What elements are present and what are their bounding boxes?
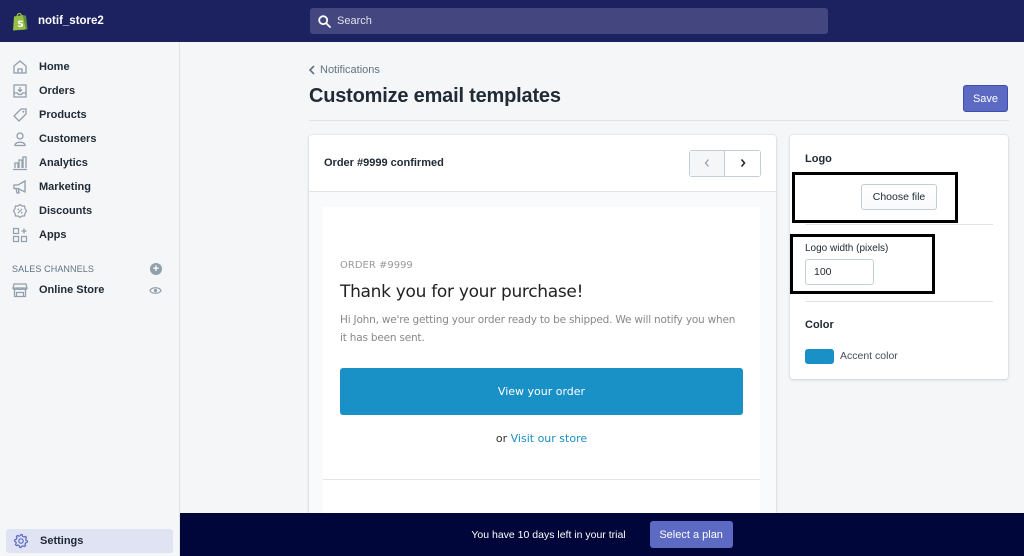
sidebar-item-label: Online Store: [39, 284, 105, 296]
bar-chart-icon: [11, 155, 28, 172]
email-preview-card: Order #9999 confirmed ORDER #9999 Thank …: [309, 135, 776, 525]
sidebar-nav: Home Orders Products Customers Analytics: [0, 42, 179, 247]
chevron-left-icon: [704, 159, 709, 167]
orders-inbox-icon: [11, 83, 28, 100]
logo-width-input[interactable]: [805, 259, 874, 285]
main-content: Notifications Customize email templates …: [180, 42, 1024, 525]
sidebar-item-settings[interactable]: Settings: [6, 529, 173, 553]
next-template-button[interactable]: [725, 150, 760, 176]
chevron-right-icon: [740, 158, 746, 168]
sidebar-item-label: Orders: [39, 85, 76, 97]
megaphone-icon: [11, 179, 28, 196]
person-icon: [11, 131, 28, 148]
storefront-icon: [11, 282, 28, 299]
trial-banner: You have 10 days left in your trial Sele…: [180, 513, 1024, 556]
choose-file-button[interactable]: Choose file: [861, 184, 937, 210]
sidebar-item-discounts[interactable]: Discounts: [0, 199, 179, 223]
search-input[interactable]: [337, 15, 817, 27]
view-order-button[interactable]: View your order: [340, 368, 743, 415]
email-preview: ORDER #9999 Thank you for your purchase!…: [323, 207, 760, 525]
email-body-text: Hi John, we're getting your order ready …: [340, 314, 736, 344]
accent-color-swatch[interactable]: [805, 349, 834, 364]
save-button[interactable]: Save: [963, 85, 1008, 112]
color-label: Color: [805, 319, 834, 331]
preview-header: Order #9999 confirmed: [309, 135, 776, 192]
email-alt-line: or Visit our store: [323, 432, 760, 445]
sidebar-item-label: Apps: [39, 229, 67, 241]
sidebar-item-label: Home: [39, 61, 70, 73]
select-plan-button[interactable]: Select a plan: [649, 521, 733, 548]
sidebar-item-customers[interactable]: Customers: [0, 127, 179, 151]
sidebar-item-label: Settings: [40, 535, 84, 547]
email-order-number: ORDER #9999: [340, 260, 413, 271]
top-bar: S notif_store2: [0, 0, 1024, 42]
shopify-bag-icon: S: [13, 12, 28, 30]
discount-badge-icon: [11, 203, 28, 220]
preview-body: ORDER #9999 Thank you for your purchase!…: [309, 192, 776, 525]
sidebar-item-label: Products: [39, 109, 87, 121]
sidebar-item-apps[interactable]: Apps: [0, 223, 179, 247]
sidebar-item-online-store[interactable]: Online Store: [0, 277, 179, 303]
sales-channels-title: SALES CHANNELS: [12, 264, 94, 274]
logo-divider: [805, 224, 993, 225]
gear-icon: [12, 533, 29, 550]
email-alt-prefix: or: [495, 432, 508, 445]
tag-icon: [11, 107, 28, 124]
sidebar: Home Orders Products Customers Analytics: [0, 42, 180, 556]
search-icon: [318, 14, 331, 28]
email-divider: [323, 479, 760, 480]
logo-width-label: Logo width (pixels): [805, 243, 889, 254]
home-icon: [11, 59, 28, 76]
sidebar-item-label: Customers: [39, 133, 97, 145]
email-heading: Thank you for your purchase!: [340, 282, 584, 302]
template-pager: [689, 149, 761, 177]
color-divider: [805, 301, 993, 302]
chevron-left-icon: [308, 65, 315, 75]
sidebar-item-label: Discounts: [39, 205, 93, 217]
store-name: notif_store2: [38, 15, 104, 27]
accent-color-label: Accent color: [840, 350, 898, 362]
page-title: Customize email templates: [309, 85, 561, 107]
sidebar-item-analytics[interactable]: Analytics: [0, 151, 179, 175]
store-brand[interactable]: S notif_store2: [0, 12, 300, 31]
preview-title: Order #9999 confirmed: [324, 157, 444, 169]
trial-message: You have 10 days left in your trial: [471, 528, 626, 541]
logo-label: Logo: [805, 153, 832, 165]
sidebar-item-home[interactable]: Home: [0, 55, 179, 79]
sidebar-item-orders[interactable]: Orders: [0, 79, 179, 103]
plus-circle-icon[interactable]: +: [150, 263, 162, 275]
sidebar-item-marketing[interactable]: Marketing: [0, 175, 179, 199]
breadcrumb-notifications[interactable]: Notifications: [308, 64, 380, 76]
sidebar-item-label: Marketing: [39, 181, 91, 193]
sidebar-item-products[interactable]: Products: [0, 103, 179, 127]
search-bar[interactable]: [310, 8, 828, 34]
eye-icon[interactable]: [149, 284, 162, 297]
apps-grid-icon: [11, 227, 28, 244]
breadcrumb-label: Notifications: [320, 64, 380, 76]
previous-template-button[interactable]: [690, 150, 725, 176]
sales-channels-header: SALES CHANNELS +: [0, 261, 179, 277]
visit-store-link[interactable]: Visit our store: [511, 432, 587, 445]
template-settings-card: Logo Choose file Logo width (pixels) Col…: [790, 135, 1008, 379]
sidebar-item-label: Analytics: [39, 157, 88, 169]
svg-text:S: S: [17, 20, 23, 30]
header-divider: [309, 120, 1009, 121]
